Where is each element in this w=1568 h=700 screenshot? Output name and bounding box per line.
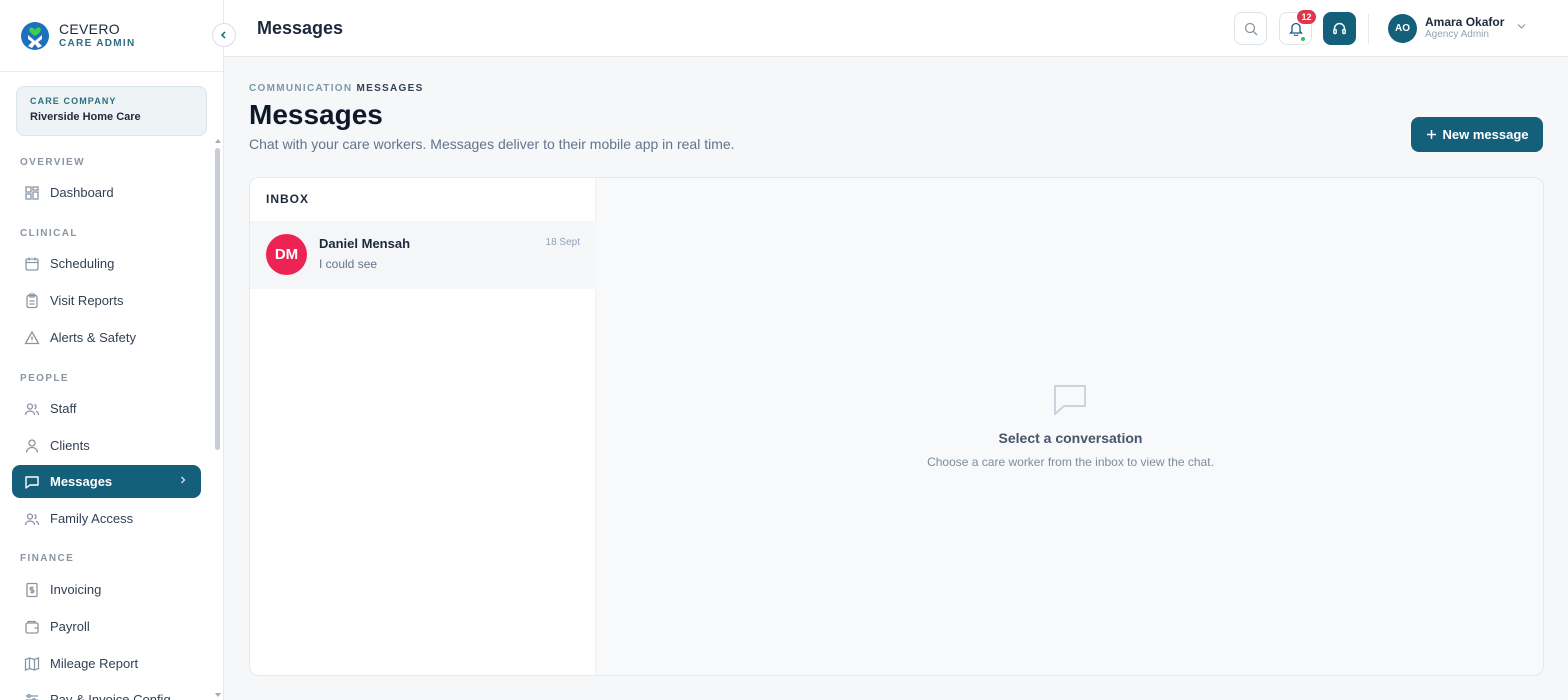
sidebar-item-payroll[interactable]: Payroll [12,610,201,643]
company-label: CARE COMPANY [30,96,117,106]
page-subtitle: Chat with your care workers. Messages de… [249,136,735,152]
conversation-preview: I could see [319,257,378,271]
users-icon [24,402,40,415]
sliders-icon [26,693,38,700]
section-finance: FINANCE [20,553,75,564]
dashboard-icon [25,185,39,200]
sidebar-item-pay-invoice-config[interactable]: Pay & Invoice Config [12,683,201,700]
sidebar-item-label: Visit Reports [50,293,124,308]
sidebar-item-label: Pay & Invoice Config [50,692,171,700]
section-people: PEOPLE [20,373,69,384]
sidebar-item-label: Payroll [50,619,90,634]
map-icon [24,656,40,671]
sidebar-item-label: Invoicing [50,582,102,597]
breadcrumb: COMMUNICATION MESSAGES [249,83,424,94]
cevero-logo-icon [21,21,49,50]
notification-badge: 12 [1297,10,1316,24]
chevron-left-icon [220,31,226,39]
online-status-dot [1300,36,1306,42]
page-title: Messages [249,99,383,130]
user-icon [25,438,39,453]
sidebar-item-visit-reports[interactable]: Visit Reports [12,284,201,317]
brand[interactable]: CEVERO CARE ADMIN [0,0,223,72]
conversation-date: 18 Sept [545,237,580,248]
sidebar-item-label: Staff [50,401,77,416]
chat-bubble-icon [1054,385,1086,415]
sidebar-item-dashboard[interactable]: Dashboard [12,176,201,209]
user-role: Agency Admin [1425,29,1489,40]
search-button[interactable] [1234,12,1267,45]
calendar-icon [25,257,39,271]
header-title: Messages [257,18,344,38]
sidebar-scrollbar[interactable] [215,148,220,450]
chat-icon [25,475,39,489]
chevron-right-icon [181,476,186,484]
warning-icon [24,330,40,344]
company-name: Riverside Home Care [30,111,141,123]
wallet-icon [25,620,39,634]
new-message-label: New message [1442,127,1529,142]
search-icon [1244,22,1257,35]
conversation-name: Daniel Mensah [319,236,411,251]
clipboard-icon [26,292,38,308]
sidebar-item-family-access[interactable]: Family Access [12,502,201,535]
brand-name: CEVERO [59,20,120,37]
sidebar-item-label: Scheduling [50,256,115,271]
users-icon [24,512,40,525]
empty-state-subtitle: Choose a care worker from the inbox to v… [927,455,1214,469]
collapse-sidebar-button[interactable] [212,23,236,47]
user-avatar[interactable]: AO [1388,14,1417,43]
sidebar-item-label: Family Access [50,511,134,526]
inbox-pane: INBOX DM Daniel Mensah I could see 18 Se… [250,178,596,675]
breadcrumb-current: MESSAGES [356,83,424,94]
company-card[interactable]: CARE COMPANY Riverside Home Care [16,86,207,136]
inbox-title: INBOX [266,192,310,206]
new-message-button[interactable]: New message [1411,117,1543,152]
conversation-avatar: DM [266,234,307,275]
header-divider [1368,14,1369,44]
headset-icon [1333,22,1346,35]
sidebar: CEVERO CARE ADMIN CARE COMPANY Riverside… [0,0,224,700]
sidebar-item-alerts-safety[interactable]: Alerts & Safety [12,321,201,354]
empty-state-title: Select a conversation [998,430,1143,446]
sidebar-item-label: Messages [50,474,113,489]
chevron-down-icon[interactable] [1516,22,1527,30]
messages-panel: INBOX DM Daniel Mensah I could see 18 Se… [249,177,1544,676]
brand-subtitle: CARE ADMIN [59,37,136,49]
sidebar-item-label: Dashboard [50,185,114,200]
sidebar-item-mileage-report[interactable]: Mileage Report [12,647,201,680]
chat-empty-state: Select a conversation Choose a care work… [596,178,1543,675]
support-button[interactable] [1323,12,1356,45]
conversation-item[interactable]: DM Daniel Mensah I could see 18 Sept [250,221,596,289]
sidebar-item-clients[interactable]: Clients [12,429,201,462]
sidebar-item-messages[interactable]: Messages [12,465,201,498]
section-overview: OVERVIEW [20,157,85,168]
sidebar-item-label: Mileage Report [50,656,139,671]
breadcrumb-parent[interactable]: COMMUNICATION [249,83,352,94]
sidebar-item-staff[interactable]: Staff [12,392,201,425]
scroll-up-icon[interactable] [214,138,222,144]
user-name[interactable]: Amara Okafor [1425,15,1504,29]
sidebar-item-scheduling[interactable]: Scheduling [12,247,201,280]
plus-icon [1426,130,1436,139]
sidebar-item-label: Clients [50,438,90,453]
top-header: Messages 12 AO Amara Okafor Agency Admin [224,0,1568,57]
invoice-icon [26,582,38,597]
section-clinical: CLINICAL [20,228,78,239]
notifications-button[interactable]: 12 [1279,10,1316,45]
scroll-down-icon[interactable] [214,692,222,698]
sidebar-item-invoicing[interactable]: Invoicing [12,573,201,606]
sidebar-item-label: Alerts & Safety [50,330,136,345]
